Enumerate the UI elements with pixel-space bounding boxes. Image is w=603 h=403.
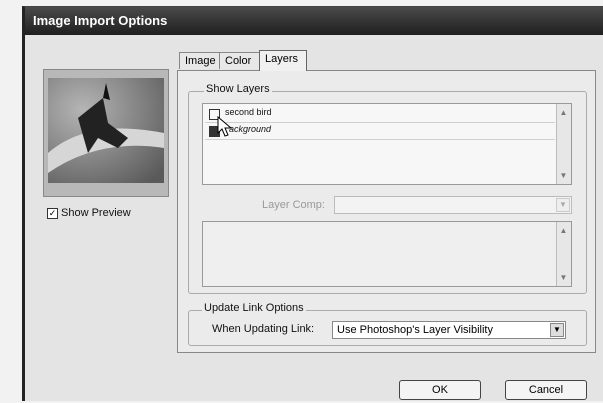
- layer-comp-comments-box: ▲ ▼: [202, 221, 572, 287]
- scroll-down-icon[interactable]: ▼: [559, 273, 568, 282]
- image-import-options-dialog: Image Import Options ✓ Show Preview Imag…: [22, 6, 603, 401]
- chevron-down-icon[interactable]: ▼: [556, 198, 570, 212]
- tab-image[interactable]: Image: [179, 52, 220, 69]
- layer-name: ackground: [229, 124, 272, 134]
- show-layers-title: Show Layers: [204, 83, 272, 95]
- comments-scrollbar[interactable]: ▲ ▼: [556, 222, 571, 286]
- show-preview-label: Show Preview: [61, 207, 131, 219]
- chevron-down-icon[interactable]: ▼: [550, 323, 564, 337]
- title-bar[interactable]: Image Import Options: [25, 7, 603, 35]
- ok-button[interactable]: OK: [399, 380, 481, 400]
- update-link-options-title: Update Link Options: [202, 302, 306, 314]
- mouse-cursor-icon: [217, 116, 233, 137]
- scroll-up-icon[interactable]: ▲: [559, 226, 568, 235]
- layers-list[interactable]: second bird ackground ▲ ▼: [202, 103, 572, 185]
- tab-layers[interactable]: Layers: [259, 50, 307, 71]
- when-updating-link-value: Use Photoshop's Layer Visibility: [337, 324, 493, 336]
- cancel-button[interactable]: Cancel: [505, 380, 587, 400]
- show-preview-checkbox[interactable]: ✓: [47, 208, 58, 219]
- scroll-down-icon[interactable]: ▼: [559, 171, 568, 180]
- when-updating-link-label: When Updating Link:: [212, 323, 315, 335]
- layer-comp-select[interactable]: ▼: [334, 196, 572, 214]
- layer-row-background[interactable]: ackground: [205, 116, 555, 140]
- image-preview: [43, 69, 169, 197]
- layer-row-second-bird[interactable]: second bird: [205, 106, 555, 123]
- layers-scrollbar[interactable]: ▲ ▼: [556, 104, 571, 184]
- when-updating-link-select[interactable]: Use Photoshop's Layer Visibility ▼: [332, 321, 566, 339]
- preview-image: [48, 78, 164, 183]
- layer-comp-label: Layer Comp:: [262, 199, 325, 211]
- scroll-up-icon[interactable]: ▲: [559, 108, 568, 117]
- layers-panel: Show Layers second bird ackground ▲ ▼ La…: [177, 70, 596, 353]
- tab-color[interactable]: Color: [219, 52, 260, 69]
- window-title: Image Import Options: [33, 13, 168, 28]
